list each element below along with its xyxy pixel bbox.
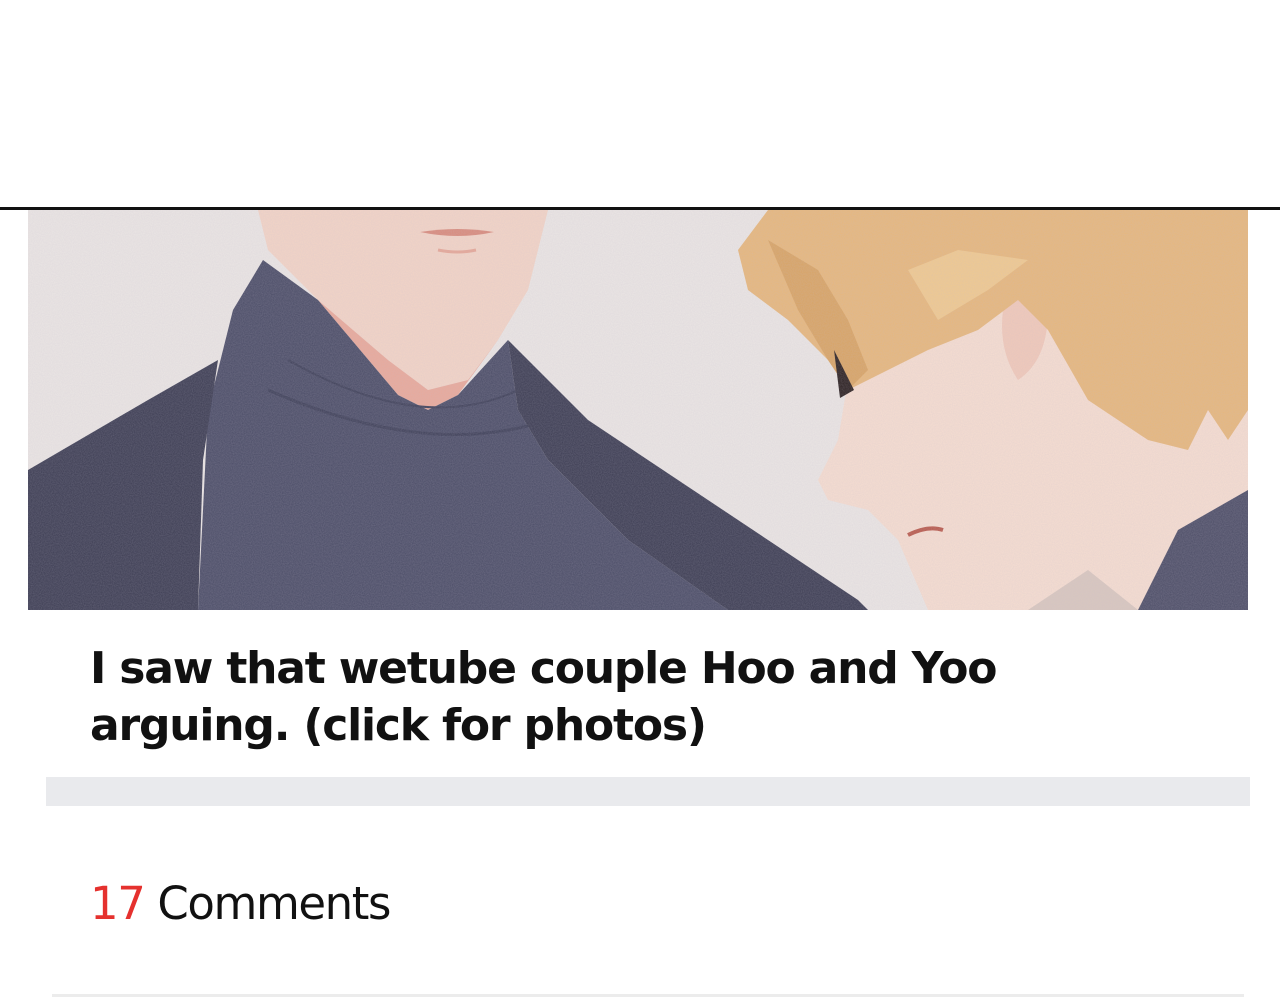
comments-heading: 17 Comments xyxy=(90,874,391,934)
comic-illustration xyxy=(28,210,1248,610)
comments-count: 17 xyxy=(90,877,146,930)
comments-divider xyxy=(52,994,1244,997)
hero-image[interactable] xyxy=(28,210,1248,610)
post-title[interactable]: I saw that wetube couple Hoo and Yoo arg… xyxy=(90,640,1090,754)
section-divider xyxy=(46,777,1250,806)
article-page: I saw that wetube couple Hoo and Yoo arg… xyxy=(0,0,1280,1000)
comments-label: Comments xyxy=(157,877,391,930)
